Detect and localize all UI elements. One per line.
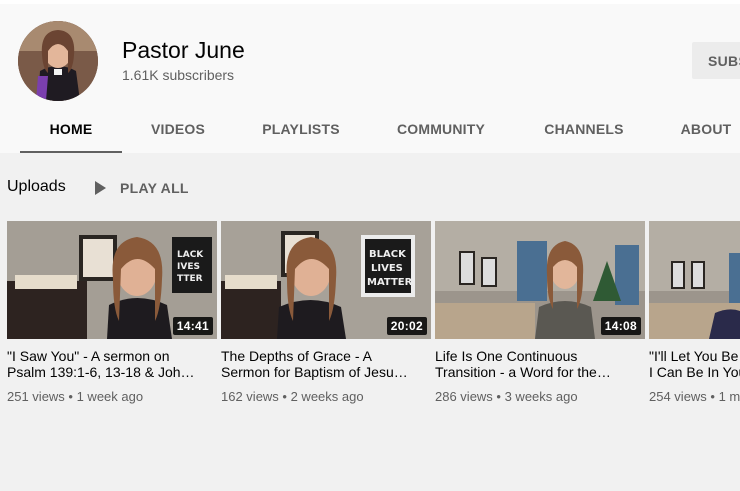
video-thumbnail[interactable]: LACK IVES TTER 14:41 [7, 221, 217, 339]
play-all-button[interactable]: PLAY ALL [95, 178, 189, 198]
tab-videos[interactable]: VIDEOS [128, 105, 228, 153]
tab-home[interactable]: HOME [20, 105, 122, 153]
video-title[interactable]: The Depths of Grace - A Sermon for Bapti… [221, 348, 431, 380]
svg-text:LIVES: LIVES [371, 263, 403, 274]
svg-text:LACK: LACK [177, 250, 204, 260]
video-meta: 286 views • 3 weeks ago [435, 389, 578, 404]
video-card[interactable]: LACK IVES TTER 14:41 "I Saw You" - A ser… [7, 221, 217, 404]
tab-community[interactable]: COMMUNITY [380, 105, 502, 153]
video-card[interactable]: BLACK LIVES MATTER 20:02 The Depths of G… [221, 221, 431, 404]
video-card[interactable]: 14:08 Life Is One Continuous Transition … [435, 221, 645, 404]
video-meta: 162 views • 2 weeks ago [221, 389, 364, 404]
video-title-line-2: Transition - a Word for the… [435, 364, 611, 380]
channel-name: Pastor June [122, 37, 245, 63]
video-thumbnail[interactable]: 14:08 [435, 221, 645, 339]
top-strip [0, 0, 740, 4]
video-thumbnail[interactable] [649, 221, 740, 339]
play-all-label: PLAY ALL [120, 180, 189, 196]
thumbnail-image [649, 221, 740, 339]
subscriber-count: 1.61K subscribers [122, 67, 235, 83]
svg-text:MATTER: MATTER [367, 277, 413, 288]
video-title-line-2: Sermon for Baptism of Jesu… [221, 364, 408, 380]
video-title-line-1: Life Is One Continuous [435, 348, 578, 364]
video-meta: 251 views • 1 week ago [7, 389, 144, 404]
video-title-line-2: Psalm 139:1-6, 13-18 & Joh… [7, 364, 195, 380]
video-card[interactable]: "I'll Let You Be I Can Be In You 254 vie… [649, 221, 740, 404]
video-title[interactable]: Life Is One Continuous Transition - a Wo… [435, 348, 645, 380]
channel-avatar[interactable] [18, 21, 98, 101]
video-title-line-2: I Can Be In You [649, 364, 740, 380]
video-duration: 20:02 [386, 317, 427, 335]
video-duration: 14:41 [172, 317, 213, 335]
video-duration: 14:08 [600, 317, 641, 335]
video-thumbnail[interactable]: BLACK LIVES MATTER 20:02 [221, 221, 431, 339]
uploads-section-title[interactable]: Uploads [7, 178, 66, 196]
channel-header: Pastor June 1.61K subscribers SUBS HOME … [0, 0, 740, 153]
tab-playlists[interactable]: PLAYLISTS [248, 105, 354, 153]
svg-text:IVES: IVES [177, 262, 200, 272]
video-title-line-1: "I'll Let You Be [649, 348, 739, 364]
tab-about[interactable]: ABOUT [670, 105, 740, 153]
svg-text:TTER: TTER [177, 274, 203, 284]
video-title[interactable]: "I'll Let You Be I Can Be In You [649, 348, 740, 380]
svg-text:BLACK: BLACK [369, 249, 407, 260]
channel-tabs: HOME VIDEOS PLAYLISTS COMMUNITY CHANNELS… [0, 105, 740, 153]
video-title-line-1: "I Saw You" - A sermon on [7, 348, 170, 364]
subscribe-button[interactable]: SUBS [692, 42, 740, 79]
video-title[interactable]: "I Saw You" - A sermon on Psalm 139:1-6,… [7, 348, 217, 380]
play-icon [95, 181, 106, 195]
video-meta: 254 views • 1 m [649, 389, 740, 404]
avatar-image [18, 21, 98, 101]
tab-channels[interactable]: CHANNELS [528, 105, 640, 153]
video-title-line-1: The Depths of Grace - A [221, 348, 372, 364]
